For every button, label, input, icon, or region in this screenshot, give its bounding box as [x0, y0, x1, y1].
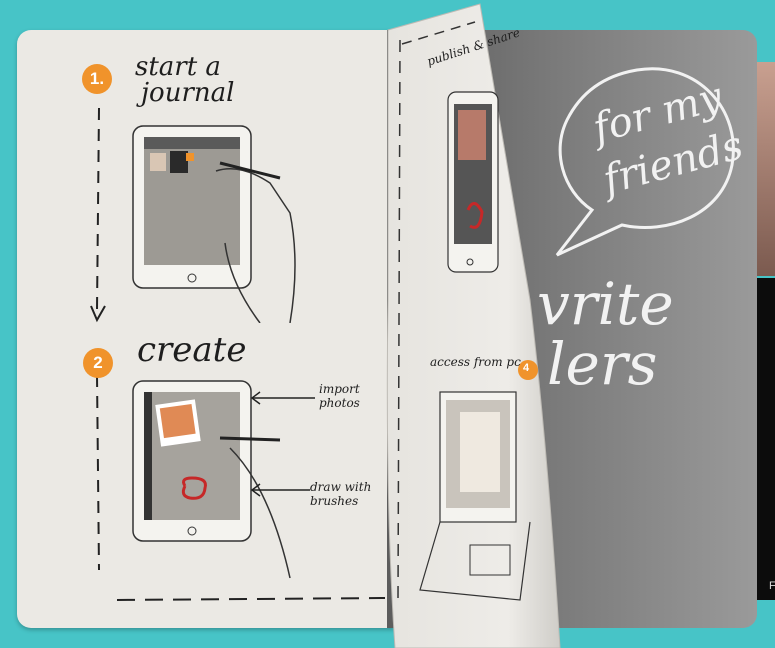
- chalk-word-line2: lers: [547, 330, 658, 398]
- step-4-badge: 4: [523, 362, 530, 374]
- step-2-title: create: [137, 330, 247, 370]
- chalk-word-line1: vrite: [537, 270, 674, 338]
- chalkboard-page: for my friends vrite lers: [387, 30, 757, 628]
- side-photo-panel: [755, 62, 775, 276]
- import-photos-note: import photos: [319, 382, 360, 410]
- step-2-badge: 2: [83, 348, 113, 378]
- draw-with-brushes-note: draw with brushes: [310, 480, 372, 508]
- journal-book: 1. start a journal 2 create import photo…: [17, 30, 757, 628]
- side-text: F: [769, 580, 775, 592]
- tablet-illustration-1: [132, 125, 296, 323]
- side-dark-panel: [755, 278, 775, 600]
- left-page: 1. start a journal 2 create import photo…: [17, 30, 395, 628]
- step-4-label: access from pc: [430, 355, 521, 369]
